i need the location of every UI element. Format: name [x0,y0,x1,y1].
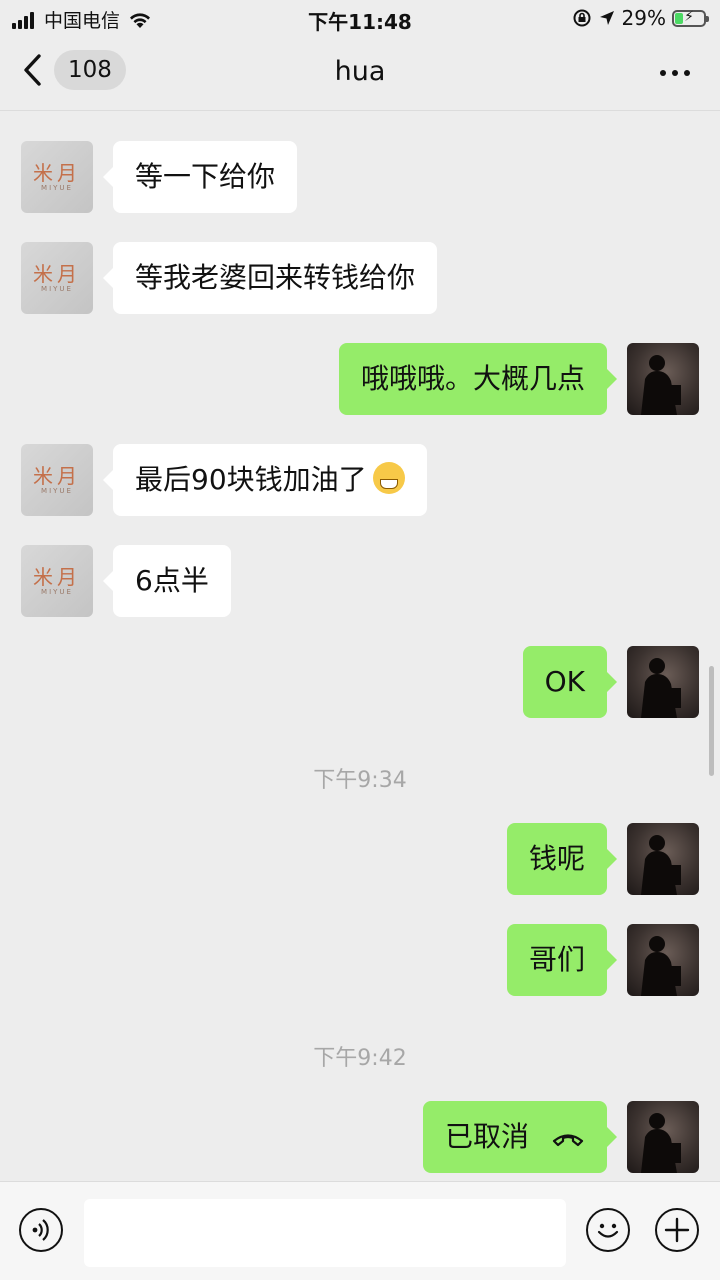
chat-screen: 中国电信 下午11:48 29% ⚡ 108 hua 米月 MIYUE 等一下给… [0,0,720,1280]
battery-icon: ⚡ [672,8,709,27]
person-silhouette-icon [641,835,681,895]
incoming-message[interactable]: 最后90块钱加油了 [103,444,427,516]
message-timestamp: 下午9:42 [313,1046,407,1071]
grinning-face-emoji-icon [372,462,405,494]
outgoing-message[interactable]: 哥们 [506,924,618,996]
person-silhouette-icon [641,658,681,718]
input-bar [0,1181,720,1280]
plus-icon[interactable] [655,1208,699,1252]
call-cancelled-icon [552,1134,584,1147]
my-avatar[interactable] [627,343,699,415]
avatar-brand-text: 米月 [33,262,81,286]
status-bar: 中国电信 下午11:48 29% ⚡ [0,0,720,36]
person-silhouette-icon [641,936,681,996]
scrollbar[interactable] [709,666,714,776]
my-avatar[interactable] [627,924,699,996]
my-avatar[interactable] [627,1101,699,1173]
call-cancelled-message[interactable]: 已取消 [422,1101,618,1173]
message-timestamp: 下午9:34 [313,768,407,793]
message-text: 已取消 [444,1120,529,1153]
message-row: 米月 MIYUE 等一下给你 [0,141,720,213]
message-row: 米月 MIYUE 6点半 [0,545,720,617]
person-silhouette-icon [641,355,681,415]
message-row: 米月 MIYUE 等我老婆回来转钱给你 [0,242,720,314]
avatar-brand-text: 米月 [33,161,81,185]
message-row: 哥们 [0,924,720,996]
outgoing-message[interactable]: 钱呢 [506,823,618,895]
person-silhouette-icon [641,1113,681,1173]
my-avatar[interactable] [627,823,699,895]
contact-avatar[interactable]: 米月 MIYUE [21,141,93,213]
plus-sign-icon [664,1217,690,1243]
incoming-message[interactable]: 6点半 [103,545,231,617]
my-avatar[interactable] [627,646,699,718]
avatar-brand-text: 米月 [33,464,81,488]
battery-cap [706,15,709,22]
voice-wave-icon [32,1219,49,1241]
charging-bolt-icon: ⚡ [684,8,694,25]
contact-avatar[interactable]: 米月 MIYUE [21,545,93,617]
message-text: 最后90块钱加油了 [135,463,367,496]
emoji-icon[interactable] [586,1208,630,1252]
more-icon[interactable] [654,70,690,76]
message-input[interactable] [84,1199,566,1267]
incoming-message[interactable]: 等我老婆回来转钱给你 [102,242,438,314]
outgoing-message[interactable]: OK [522,646,618,718]
message-row: 钱呢 [0,823,720,895]
avatar-brand-sub: MIYUE [41,184,73,192]
avatar-brand-sub: MIYUE [41,285,73,293]
avatar-brand-sub: MIYUE [41,487,73,495]
message-list[interactable]: 米月 MIYUE 等一下给你 米月 MIYUE 等我老婆回来转钱给你 哦哦哦。大… [0,111,720,1181]
chat-title: hua [334,56,386,87]
avatar-brand-sub: MIYUE [41,588,73,596]
smiley-face-icon [597,1223,619,1238]
orientation-lock-icon [573,9,591,27]
contact-avatar[interactable]: 米月 MIYUE [21,444,93,516]
message-row: 已取消 [0,1101,720,1173]
message-row: 哦哦哦。大概几点 [0,343,720,415]
avatar-brand-text: 米月 [33,565,81,589]
location-icon [599,11,614,25]
message-row: 米月 MIYUE 最后90块钱加油了 [0,444,720,516]
contact-avatar[interactable]: 米月 MIYUE [21,242,93,314]
status-right: 29% ⚡ [572,6,709,30]
outgoing-message[interactable]: 哦哦哦。大概几点 [338,343,618,415]
incoming-message[interactable]: 等一下给你 [102,141,298,213]
message-row: OK [0,646,720,718]
battery-percent: 29% [621,6,666,30]
voice-icon[interactable] [19,1208,63,1252]
nav-bar: 108 hua [0,36,720,111]
